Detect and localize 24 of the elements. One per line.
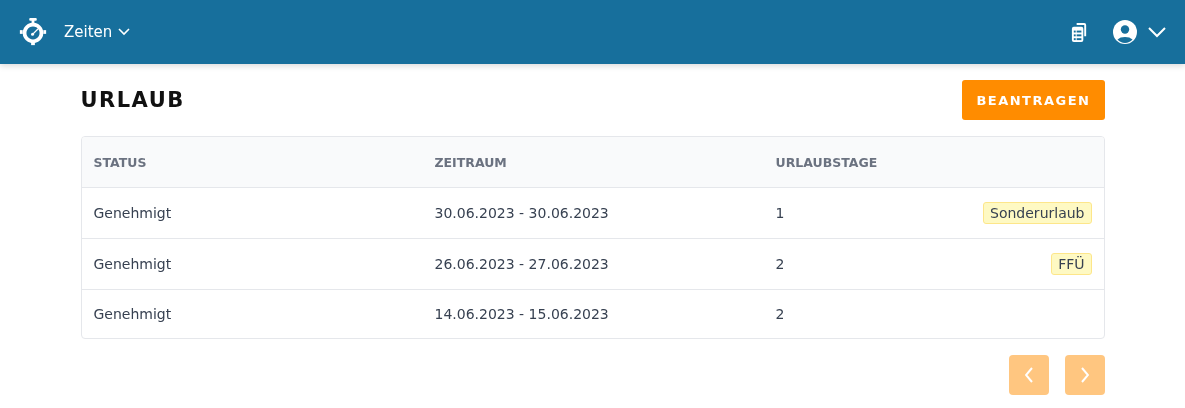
- user-avatar-icon: [1113, 20, 1137, 44]
- table-cell-text: Genehmigt: [93, 256, 173, 272]
- leave-type-badge: Sonderurlaub: [983, 202, 1092, 224]
- table-cell-text: Genehmigt: [93, 205, 173, 221]
- column-header: URLAUBSTAGE: [775, 154, 879, 170]
- column-header: ZEITRAUM: [434, 154, 508, 170]
- page-title: URLAUB: [80, 88, 185, 112]
- table-cell-text: 1: [775, 205, 786, 221]
- column-header: STATUS: [93, 154, 148, 170]
- clipboard-list-icon[interactable]: [1070, 21, 1089, 43]
- table-cell-text: 2: [775, 256, 786, 272]
- table-cell-text: Genehmigt: [93, 306, 173, 322]
- table-cell-text: 14.06.2023 - 15.06.2023: [434, 306, 610, 322]
- leave-type-badge: FFÜ: [1051, 253, 1092, 275]
- chevron-left-icon: [1024, 367, 1033, 383]
- times-menu[interactable]: Zeiten: [64, 19, 131, 45]
- chevron-down-icon: [1147, 26, 1167, 38]
- chevron-right-icon: [1080, 367, 1089, 383]
- table-cell-text: 30.06.2023 - 30.06.2023: [434, 205, 610, 221]
- user-menu-button[interactable]: [1113, 20, 1167, 44]
- chevron-down-icon: [118, 28, 131, 36]
- table-cell-text: 26.06.2023 - 27.06.2023: [434, 256, 610, 272]
- stopwatch-gear-icon[interactable]: [18, 17, 48, 47]
- table-cell-text: 2: [775, 306, 786, 322]
